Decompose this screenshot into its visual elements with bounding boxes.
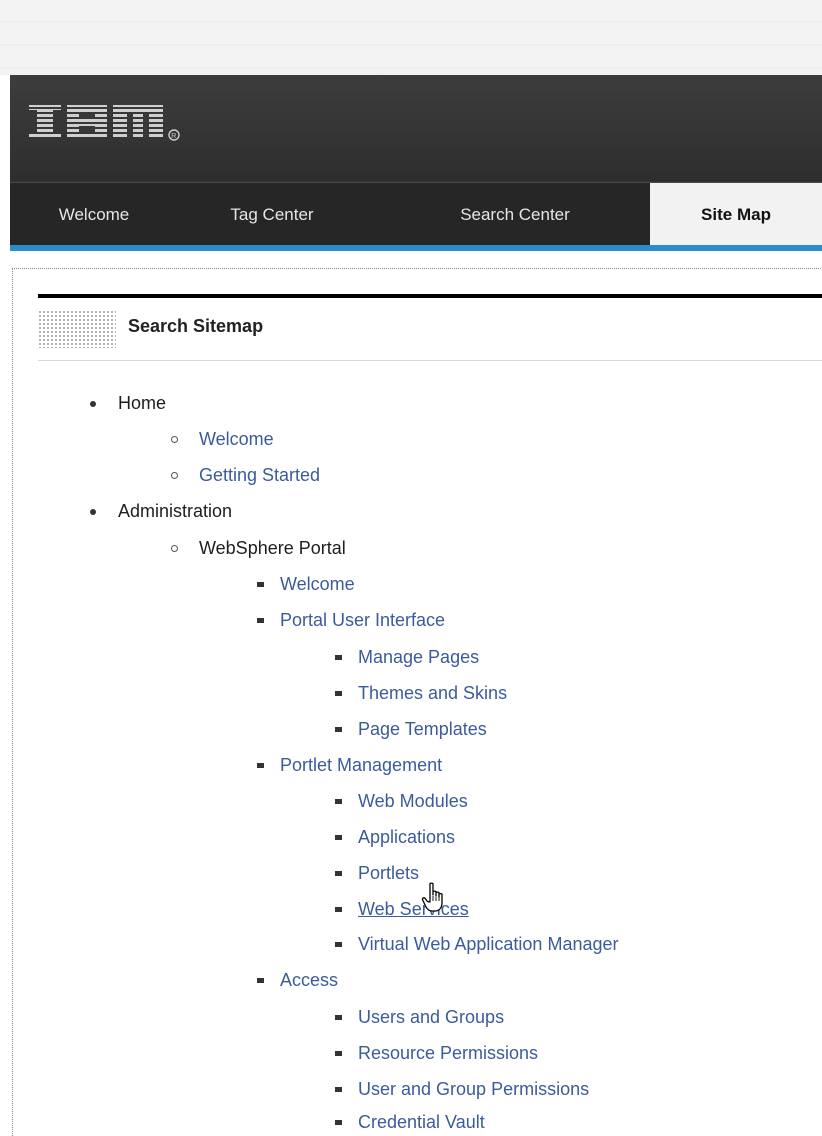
tree-item-home-welcome[interactable]: Welcome: [171, 427, 274, 451]
portal-header: R: [10, 75, 822, 182]
square-bullet-icon: [335, 727, 342, 732]
tree-item-applications[interactable]: Applications: [335, 825, 456, 849]
tree-item-administration[interactable]: Administration: [90, 499, 233, 523]
drag-grip-icon[interactable]: [38, 310, 116, 348]
tree-item-portal-user-interface[interactable]: Portal User Interface: [257, 608, 446, 632]
tree-item-label: Home: [118, 393, 167, 413]
tree-item-label: WebSphere Portal: [199, 538, 346, 558]
tree-item-label: Themes and Skins: [358, 683, 508, 703]
tab-site-map[interactable]: Site Map: [650, 183, 822, 246]
tree-item-resource-permissions[interactable]: Resource Permissions: [335, 1041, 539, 1065]
tree-item-label: Resource Permissions: [358, 1043, 539, 1063]
tree-item-label: Portal User Interface: [280, 610, 446, 630]
tree-item-web-services[interactable]: Web Services: [335, 897, 469, 921]
square-bullet-icon: [335, 1051, 342, 1056]
tree-item-getting-started[interactable]: Getting Started: [171, 463, 321, 487]
tree-item-home[interactable]: Home: [90, 391, 167, 415]
tree-item-page-templates[interactable]: Page Templates: [335, 717, 487, 741]
tree-item-label: Web Modules: [358, 791, 468, 811]
square-bullet-icon: [335, 655, 342, 660]
square-bullet-icon: [335, 871, 342, 876]
tree-item-portlets[interactable]: Portlets: [335, 861, 420, 885]
square-bullet-icon: [335, 799, 342, 804]
square-bullet-icon: [335, 835, 342, 840]
portlet-title-bar: Search Sitemap: [38, 298, 822, 361]
tree-item-label: Web Services: [358, 899, 469, 919]
tree-item-user-and-group-permissions[interactable]: User and Group Permissions: [335, 1077, 590, 1101]
circle-bullet-icon: [171, 472, 178, 479]
circle-bullet-icon: [171, 545, 178, 552]
tree-item-virtual-web-app-manager[interactable]: Virtual Web Application Manager: [335, 932, 619, 956]
square-bullet-icon: [257, 763, 264, 768]
tree-item-label: Getting Started: [199, 465, 321, 485]
browser-top-strip: [0, 0, 822, 75]
tab-welcome[interactable]: Welcome: [30, 183, 158, 246]
ibm-logo[interactable]: R: [27, 99, 187, 149]
tree-item-label: Portlets: [358, 863, 420, 883]
tab-tag-center[interactable]: Tag Center: [202, 183, 342, 246]
banner: R: [10, 75, 822, 181]
ibm-logo-icon: R: [29, 105, 180, 141]
square-bullet-icon: [335, 942, 342, 947]
svg-text:R: R: [171, 133, 176, 140]
main-navigation: Welcome Tag Center Search Center Site Ma…: [10, 182, 822, 246]
square-bullet-icon: [257, 582, 264, 587]
square-bullet-icon: [257, 618, 264, 623]
tree-item-label: Credential Vault: [358, 1112, 485, 1132]
tree-item-label: Page Templates: [358, 719, 487, 739]
nav-accent-bar: [10, 245, 822, 251]
disc-bullet-icon: [90, 401, 96, 407]
tree-item-label: Applications: [358, 827, 456, 847]
tree-item-label: Administration: [118, 501, 233, 521]
tree-item-web-modules[interactable]: Web Modules: [335, 789, 468, 813]
tree-item-label: Welcome: [199, 429, 274, 449]
tree-item-portlet-management[interactable]: Portlet Management: [257, 753, 443, 777]
square-bullet-icon: [335, 1087, 342, 1092]
hand-pointer-cursor-icon: [421, 882, 451, 914]
disc-bullet-icon: [90, 509, 96, 515]
tree-item-portal-welcome[interactable]: Welcome: [257, 572, 355, 596]
tree-item-access[interactable]: Access: [257, 968, 339, 992]
square-bullet-icon: [335, 691, 342, 696]
circle-bullet-icon: [171, 436, 178, 443]
tree-item-websphere-portal[interactable]: WebSphere Portal: [171, 536, 346, 560]
tree-item-manage-pages[interactable]: Manage Pages: [335, 645, 480, 669]
tree-item-label: User and Group Permissions: [358, 1079, 590, 1099]
square-bullet-icon: [335, 907, 342, 912]
tree-item-label: Welcome: [280, 574, 355, 594]
square-bullet-icon: [335, 1120, 342, 1125]
tree-item-credential-vault[interactable]: Credential Vault: [335, 1110, 485, 1134]
portlet-title: Search Sitemap: [128, 316, 264, 336]
tab-search-center[interactable]: Search Center: [430, 183, 600, 246]
tree-item-label: Portlet Management: [280, 755, 443, 775]
tree-item-label: Virtual Web Application Manager: [358, 934, 619, 954]
tree-item-users-and-groups[interactable]: Users and Groups: [335, 1005, 505, 1029]
square-bullet-icon: [335, 1015, 342, 1020]
tree-item-themes-and-skins[interactable]: Themes and Skins: [335, 681, 508, 705]
tree-item-label: Manage Pages: [358, 647, 480, 667]
tree-item-label: Users and Groups: [358, 1007, 505, 1027]
square-bullet-icon: [257, 978, 264, 983]
tree-item-label: Access: [280, 970, 339, 990]
